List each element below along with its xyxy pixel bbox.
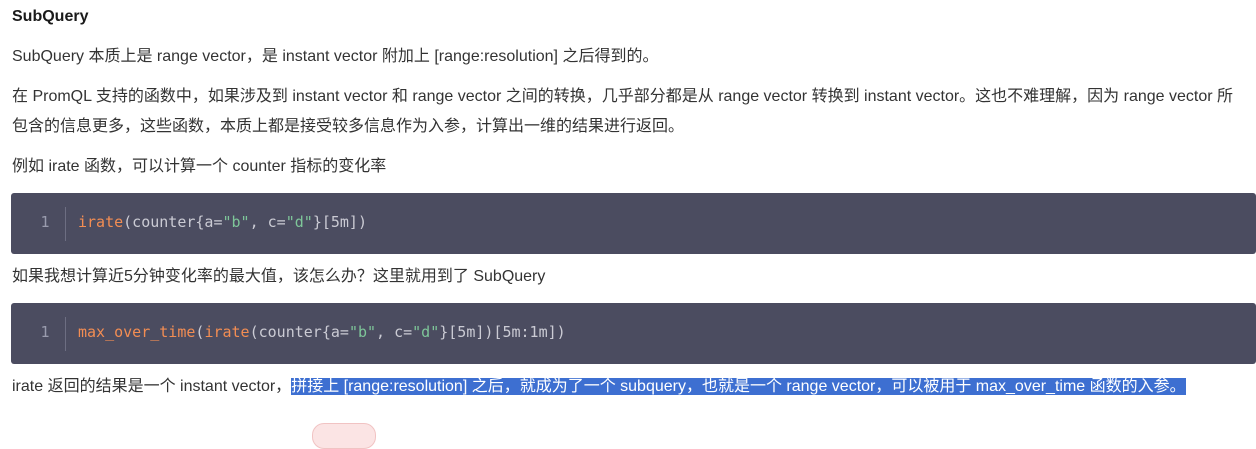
code-line: irate(counter{a="b", c="d"}[5m]) [78,213,367,231]
code-token-string: "b" [348,323,377,341]
code-token-text: }[5m]) [312,213,367,231]
code-block-irate: 1 irate(counter{a="b", c="d"}[5m]) [11,193,1256,254]
paragraph-function-conversion: 在 PromQL 支持的函数中，如果涉及到 instant vector 和 r… [12,88,1234,135]
code-token-function: max_over_time [78,323,196,341]
code-token-text: }[5m])[5m:1m]) [439,323,566,341]
gutter-divider [65,207,66,241]
code-token-string: "d" [412,323,440,341]
paragraph-text: irate 返回的结果是一个 instant vector， [12,378,292,395]
code-token-function: irate [204,323,250,341]
code-token-text: , c= [249,213,286,231]
code-token-text: (counter{a= [123,213,223,231]
line-number: 1 [40,323,50,341]
code-token-text: , c= [376,323,413,341]
line-number: 1 [40,213,50,231]
code-token-text: (counter{a= [249,323,349,341]
code-token-string: "d" [285,213,313,231]
paragraph-max-question: 如果我想计算近5分钟变化率的最大值，该怎么办？这里就用到了 SubQuery [12,268,546,285]
gutter-divider [65,317,66,351]
code-token-string: "b" [222,213,250,231]
section-heading: SubQuery [12,8,89,25]
floating-badge [312,423,376,449]
selected-text[interactable]: 拼接上 [range:resolution] 之后，就成为了一个 subquer… [291,378,1186,395]
code-line: max_over_time(irate(counter{a="b", c="d"… [78,323,566,341]
paragraph-irate-example: 例如 irate 函数，可以计算一个 counter 指标的变化率 [12,158,387,175]
paragraph-subquery-definition: SubQuery 本质上是 range vector，是 instant vec… [12,48,659,65]
paragraph-subquery-explanation: irate 返回的结果是一个 instant vector，拼接上 [range… [12,372,1248,402]
code-token-function: irate [78,213,124,231]
code-block-max-over-time: 1 max_over_time(irate(counter{a="b", c="… [11,303,1256,364]
